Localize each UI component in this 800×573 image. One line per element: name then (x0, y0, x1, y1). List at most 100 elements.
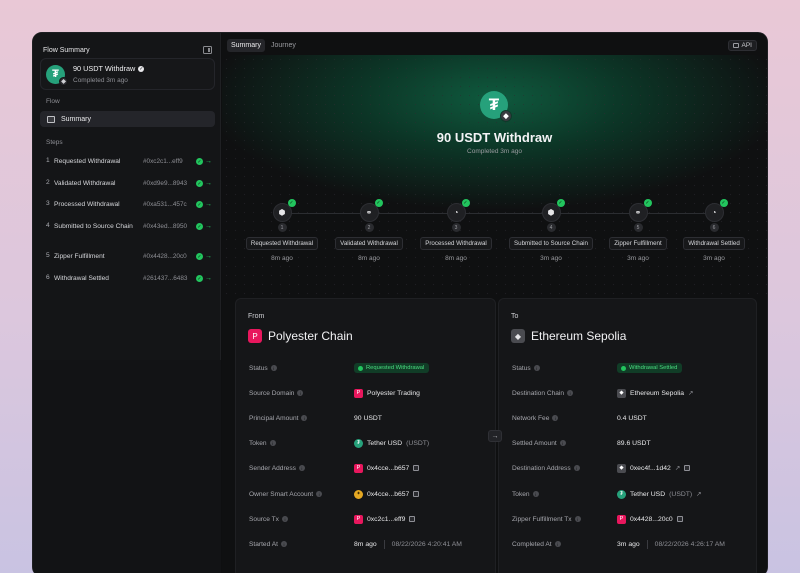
journey-label: Withdrawal Settled (683, 237, 745, 250)
to-label: To (511, 313, 519, 320)
link-icon: ⚭ ✓ (628, 199, 652, 222)
journey-time: 8m ago (445, 255, 467, 262)
step-label: Validated Withdrawal (54, 180, 116, 187)
journey-time: 8m ago (358, 255, 380, 262)
journey-node[interactable]: ⬢ ✓ 4 Submitted to Source Chain 3m ago (501, 199, 601, 262)
code-icon (732, 43, 739, 48)
status-badge: Withdrawal Settled (617, 363, 683, 373)
journey-node[interactable]: ◔ ✓ 6 Withdrawal Settled 3m ago (664, 199, 764, 262)
step-label: Withdrawal Settled (54, 275, 109, 282)
sender-address[interactable]: 0x4cce...b657 (367, 465, 409, 472)
ethereum-icon: ◆ (59, 76, 68, 86)
step-hash: #0xa531...457c (143, 201, 187, 208)
journey-label: Validated Withdrawal (335, 237, 403, 250)
info-icon[interactable]: i (574, 516, 581, 522)
copy-icon[interactable] (413, 491, 420, 497)
flow-card[interactable]: ₮ ◆ 90 USDT Withdraw ✓ Completed 3m ago (40, 58, 215, 90)
sidebar-step[interactable]: 4 Submitted to Source Chain #0x43ed...89… (46, 222, 214, 231)
info-icon[interactable]: i (270, 365, 277, 371)
check-icon: ✓ (196, 180, 203, 187)
external-link-icon[interactable]: ↗ (688, 389, 693, 397)
from-label: From (248, 313, 265, 320)
details-cards: From P Polyester Chain Status i Requested… (235, 298, 757, 573)
detail-row: Token i ₮ Tether USD (USDT) ↗ (512, 489, 702, 499)
info-icon[interactable]: i (316, 491, 323, 497)
info-icon[interactable]: i (281, 516, 288, 522)
ethereum-icon: ◆ (511, 329, 525, 343)
usdt-token-icon: ₮ (354, 438, 363, 448)
sidebar-step[interactable]: 2 Validated Withdrawal #0xd9e9...8943 ✓ → (46, 179, 214, 188)
external-link-icon[interactable]: ↗ (696, 490, 701, 498)
copy-icon[interactable] (676, 516, 683, 522)
from-chain-name: Polyester Chain (268, 329, 353, 343)
detail-row: Sender Address i P 0x4cce...b657 (249, 463, 487, 473)
info-icon[interactable]: i (301, 415, 308, 421)
journey-label: Processed Withdrawal (420, 237, 492, 250)
sidebar-step[interactable]: 6 Withdrawal Settled #261437...6483 ✓ → (46, 274, 214, 283)
journey-node[interactable]: ⬢ ✓ 1 Requested Withdrawal 8m ago (232, 199, 332, 262)
journey-label: Requested Withdrawal (245, 237, 319, 250)
tab-journey[interactable]: Journey (267, 39, 300, 52)
detail-row: Destination Address i ◆ 0xec4f...1d42 ↗ (512, 463, 748, 473)
copy-icon[interactable] (409, 516, 416, 522)
document-icon (47, 115, 55, 123)
info-icon[interactable]: i (533, 365, 540, 371)
info-icon[interactable]: i (559, 440, 566, 446)
check-icon: ✓ (196, 223, 203, 230)
journey-node[interactable]: ⚭ ✓ 2 Validated Withdrawal 8m ago (319, 199, 419, 262)
detail-row: Settled Amount i 89.6 USDT (512, 439, 651, 447)
check-icon: ✓ (719, 199, 728, 207)
destination-address[interactable]: 0xec4f...1d42 (630, 465, 671, 472)
info-icon[interactable]: i (567, 390, 574, 396)
source-tx-hash[interactable]: 0xc2c1...eff9 (367, 516, 405, 523)
from-card: From P Polyester Chain Status i Requested… (235, 298, 496, 573)
gauge-icon: ◔ ✓ (704, 199, 728, 222)
app-window: Flow Summary ₮ ◆ 90 USDT Withdraw ✓ Comple… (32, 32, 768, 573)
arrow-right-icon: → (205, 253, 212, 260)
arrow-right-icon: → (205, 180, 212, 187)
detail-row: Destination Chain i ◆ Ethereum Sepolia ↗ (512, 388, 694, 398)
step-hash: #0x4428...20c0 (143, 253, 187, 260)
sidebar: Flow Summary ₮ ◆ 90 USDT Withdraw ✓ Comple… (33, 33, 221, 573)
info-icon[interactable]: i (280, 541, 287, 547)
smart-account-icon: ✦ (354, 489, 363, 499)
check-icon: ✓ (461, 199, 470, 207)
owner-address[interactable]: 0x4cce...b657 (367, 491, 409, 498)
info-icon[interactable]: i (554, 541, 561, 547)
copy-icon[interactable] (413, 465, 420, 471)
copy-icon[interactable] (684, 465, 691, 471)
detail-row: Status i Requested Withdrawal (249, 363, 487, 373)
to-chain-name: Ethereum Sepolia (531, 329, 627, 343)
flow-name: 90 USDT Withdraw (73, 64, 136, 73)
toggle-sidebar-icon[interactable] (203, 46, 212, 54)
info-icon[interactable]: i (532, 491, 539, 497)
detail-row: Principal Amount i 90 USDT (249, 414, 382, 422)
sidebar-step[interactable]: 3 Processed Withdrawal #0xa531...457c ✓ → (46, 200, 214, 209)
sidebar-step[interactable]: 5 Zipper Fulfillment #0x4428...20c0 ✓ → (46, 252, 214, 261)
sidebar-item-summary[interactable]: Summary (40, 111, 215, 127)
detail-row: Network Fee i 0.4 USDT (512, 414, 647, 422)
info-icon[interactable]: i (573, 465, 580, 471)
gauge-icon: ◔ ✓ (446, 199, 470, 222)
polyester-chain-icon: P (248, 329, 262, 343)
polyester-icon: P (354, 463, 363, 473)
ethereum-icon: ◆ (500, 110, 512, 122)
link-icon: ⚭ ✓ (359, 199, 383, 222)
tab-summary[interactable]: Summary (227, 39, 265, 52)
zipper-tx-hash[interactable]: 0x4428...20c0 (630, 516, 673, 523)
info-icon[interactable]: i (298, 465, 305, 471)
polyester-icon: P (617, 514, 626, 524)
api-button[interactable]: API (727, 40, 757, 51)
info-icon[interactable]: i (297, 390, 304, 396)
arrow-right-icon: → (205, 158, 212, 165)
check-icon: ✓ (196, 201, 203, 208)
cube-icon: ⬢ ✓ (541, 199, 565, 222)
check-icon: ✓ (556, 199, 565, 207)
sidebar-step[interactable]: 1 Requested Withdrawal #0xc2c1...eff9 ✓ → (46, 157, 214, 166)
info-icon[interactable]: i (552, 415, 559, 421)
info-icon[interactable]: i (269, 440, 276, 446)
usdt-token-icon: ₮ ◆ (480, 91, 512, 122)
external-link-icon[interactable]: ↗ (675, 464, 680, 472)
journey-node[interactable]: ◔ ✓ 3 Processed Withdrawal 8m ago (406, 199, 506, 262)
polyester-icon: P (354, 514, 363, 524)
